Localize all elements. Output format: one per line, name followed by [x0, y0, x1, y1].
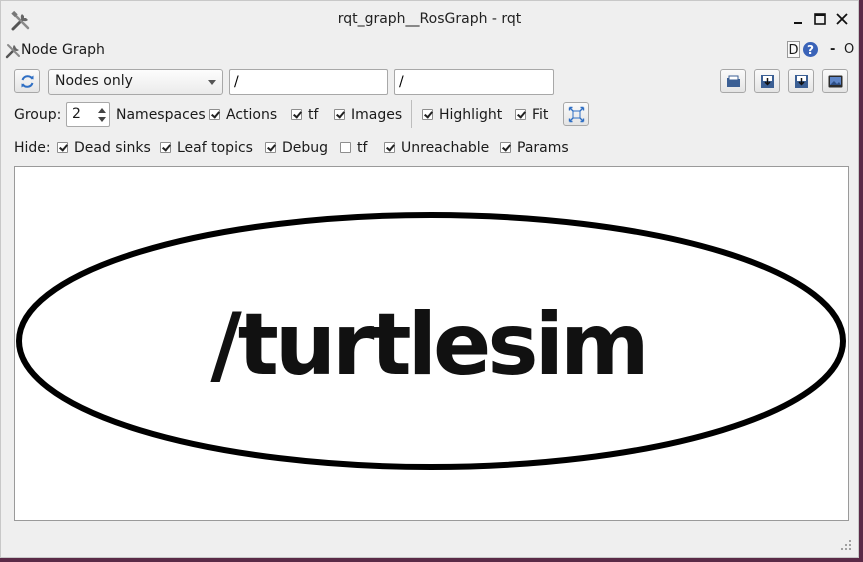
window-title: rqt_graph__RosGraph - rqt	[337, 11, 522, 27]
rqt-window: rqt_graph__RosGraph - rqt Node Graph D ?…	[0, 0, 859, 558]
images-checkbox[interactable]	[334, 109, 345, 120]
load-dot-button[interactable]	[720, 69, 746, 93]
tf-hide-checkbox[interactable]	[340, 142, 351, 153]
save-image-icon	[828, 75, 843, 88]
tf-group-checkbox[interactable]	[291, 109, 302, 120]
graph-type-combobox[interactable]: Nodes only	[48, 69, 223, 95]
highlight-label: Highlight	[439, 107, 503, 123]
dead-sinks-label: Dead sinks	[74, 140, 151, 156]
leaf-topics-label: Leaf topics	[177, 140, 253, 156]
load-dot-icon	[727, 75, 740, 87]
svg-text:?: ?	[807, 43, 814, 57]
refresh-button[interactable]	[14, 69, 40, 93]
topic-filter-input[interactable]	[394, 69, 554, 95]
tf-group-label: tf	[308, 107, 319, 123]
fit-view-button[interactable]	[563, 102, 589, 126]
group-label: Group:	[14, 107, 62, 123]
maximize-icon[interactable]	[811, 10, 829, 28]
plugin-header: Node Graph	[1, 39, 858, 63]
close-icon[interactable]	[833, 10, 851, 28]
hide-title-button[interactable]: -	[830, 41, 835, 58]
node-label: /turtlesim	[210, 295, 645, 395]
graph-node[interactable]: /turtlesim	[16, 212, 846, 470]
tf-hide-label: tf	[357, 140, 368, 156]
save-svg-button[interactable]	[788, 69, 814, 93]
debug-checkbox[interactable]	[265, 142, 276, 153]
chevron-down-icon[interactable]	[98, 117, 106, 122]
graph-canvas[interactable]: /turtlesim	[14, 166, 849, 521]
plugin-title: Node Graph	[21, 42, 105, 58]
group-spinbox[interactable]: 2	[66, 102, 110, 127]
plugin-tools-icon	[5, 44, 20, 59]
refresh-icon	[21, 75, 34, 88]
dead-sinks-checkbox[interactable]	[57, 142, 68, 153]
hide-label: Hide:	[14, 140, 51, 156]
unreachable-label: Unreachable	[401, 140, 490, 156]
actions-label: Actions	[226, 107, 278, 123]
fit-checkbox[interactable]	[515, 109, 526, 120]
namespaces-label: Namespaces	[116, 107, 206, 123]
chevron-up-icon[interactable]	[98, 108, 106, 113]
toolbar-separator	[411, 100, 412, 128]
leaf-topics-checkbox[interactable]	[160, 142, 171, 153]
dock-button[interactable]: D	[787, 41, 800, 58]
fit-label: Fit	[532, 107, 549, 123]
debug-label: Debug	[282, 140, 329, 156]
images-label: Images	[351, 107, 403, 123]
params-label: Params	[517, 140, 569, 156]
fit-view-icon	[568, 106, 585, 123]
graph-svg: /turtlesim	[16, 212, 846, 470]
group-value: 2	[72, 106, 81, 122]
chevron-down-icon	[208, 80, 216, 85]
minimize-icon[interactable]	[789, 10, 807, 28]
save-image-button[interactable]	[822, 69, 848, 93]
actions-checkbox[interactable]	[209, 109, 220, 120]
help-icon[interactable]: ?	[802, 41, 819, 58]
close-plugin-button[interactable]: O	[844, 41, 854, 58]
title-bar[interactable]: rqt_graph__RosGraph - rqt	[1, 1, 858, 39]
resize-grip-icon[interactable]	[840, 539, 852, 551]
save-dot-icon	[761, 75, 774, 88]
highlight-checkbox[interactable]	[422, 109, 433, 120]
save-dot-button[interactable]	[754, 69, 780, 93]
node-filter-input[interactable]	[229, 69, 388, 95]
save-svg-icon	[795, 75, 808, 88]
unreachable-checkbox[interactable]	[384, 142, 395, 153]
params-checkbox[interactable]	[500, 142, 511, 153]
graph-type-value: Nodes only	[55, 73, 133, 89]
